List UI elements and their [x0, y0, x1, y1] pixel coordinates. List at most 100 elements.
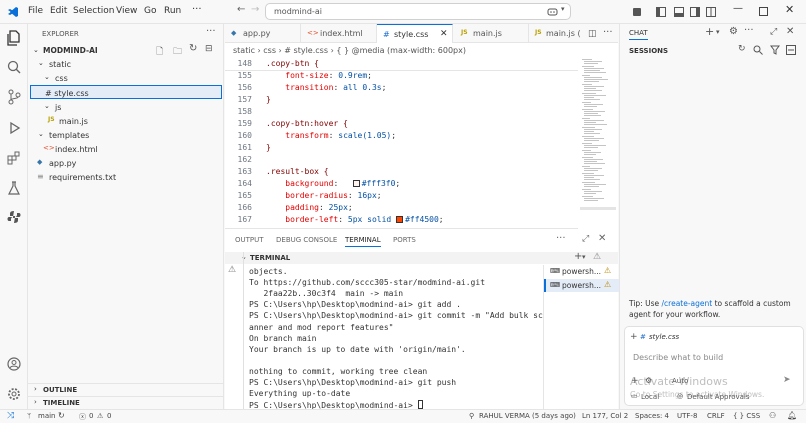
- toggle-secondary-sidebar-icon[interactable]: [690, 7, 700, 17]
- error-count[interactable]: 0: [89, 412, 93, 420]
- new-chat-dropdown-icon[interactable]: ▾: [716, 28, 720, 36]
- maximize-chat-icon[interactable]: ⤢: [770, 27, 777, 37]
- breadcrumb-symbol[interactable]: { } @media (max-width: 600px): [336, 46, 466, 55]
- back-arrow-icon[interactable]: ←: [237, 4, 245, 15]
- tree-item-app-py[interactable]: ◆ app.py: [28, 156, 223, 169]
- forward-arrow-icon[interactable]: →: [251, 4, 259, 15]
- branch-name[interactable]: main: [38, 412, 56, 420]
- copilot-status-icon[interactable]: ⚇: [769, 411, 776, 420]
- code-line[interactable]: border-radius: 16px;: [266, 191, 381, 200]
- tab-ports[interactable]: PORTS: [393, 236, 416, 244]
- close-panel-icon[interactable]: ✕: [598, 233, 606, 244]
- new-chat-icon[interactable]: +: [705, 25, 714, 38]
- accounts-shield-icon[interactable]: [632, 7, 642, 17]
- cursor-position[interactable]: Ln 177, Col 2: [582, 412, 628, 420]
- search-sessions-icon[interactable]: [753, 45, 763, 55]
- send-icon[interactable]: ➤: [783, 375, 791, 385]
- outline-section[interactable]: › OUTLINE: [28, 383, 223, 395]
- tab-app-py[interactable]: ◆ app.py: [225, 24, 301, 43]
- collapse-sessions-icon[interactable]: [786, 45, 796, 55]
- tree-item-style-css[interactable]: # style.css: [30, 85, 222, 99]
- more-menu-icon[interactable]: ···: [192, 4, 202, 15]
- copilot-dropdown-icon[interactable]: ▾: [561, 5, 565, 13]
- breadcrumb-static[interactable]: static: [233, 46, 255, 55]
- terminal-output[interactable]: objects. To https://github.com/sccc305-st…: [225, 267, 543, 410]
- collapse-all-icon[interactable]: ⊟: [205, 44, 213, 54]
- warning-count[interactable]: 0: [107, 412, 111, 420]
- code-editor[interactable]: 148 .copy-btn {155 font-size: 0.9rem; 156 …: [225, 57, 618, 229]
- sync-icon[interactable]: ↻: [58, 411, 65, 420]
- errors-icon[interactable]: ⓧ: [79, 412, 86, 422]
- refresh-icon[interactable]: ↻: [189, 43, 197, 54]
- chat-settings-icon[interactable]: ⚙: [729, 26, 738, 37]
- toggle-panel-icon[interactable]: [674, 7, 684, 17]
- chat-title[interactable]: CHAT: [629, 29, 648, 40]
- code-line[interactable]: padding: 25px;: [266, 203, 352, 212]
- project-root[interactable]: MODMIND-AI: [43, 46, 98, 55]
- warnings-icon[interactable]: ⚠: [97, 412, 103, 420]
- menu-edit[interactable]: Edit: [50, 6, 67, 16]
- terminal-session-active[interactable]: ⌨ powersh... ⚠: [544, 279, 619, 292]
- extensions-icon[interactable]: [7, 151, 21, 165]
- menu-go[interactable]: Go: [144, 6, 156, 16]
- git-blame[interactable]: RAHUL VERMA (5 days ago): [479, 412, 576, 420]
- toggle-sidebar-icon[interactable]: [656, 7, 666, 17]
- source-control-icon[interactable]: [7, 89, 21, 105]
- explorer-more-icon[interactable]: ···: [206, 26, 216, 37]
- editor-more-icon[interactable]: ···: [603, 27, 613, 38]
- tree-item-js[interactable]: ⌄ js: [28, 100, 223, 113]
- maximize-icon[interactable]: [759, 7, 768, 16]
- chevron-down-icon[interactable]: ⌄: [33, 46, 39, 54]
- code-line[interactable]: border-left: 5px solid #ff4500;: [266, 215, 443, 224]
- explorer-files-icon[interactable]: [7, 30, 21, 46]
- tree-item-index-html[interactable]: <> index.html: [28, 142, 223, 155]
- tree-item-main-js[interactable]: JS main.js: [28, 114, 223, 127]
- notifications-icon[interactable]: 🔔︎: [787, 411, 797, 420]
- terminal-dropdown-icon[interactable]: ▾: [582, 253, 586, 261]
- color-swatch[interactable]: [396, 216, 404, 223]
- code-line[interactable]: .copy-btn:hover {: [266, 119, 348, 128]
- tab-debug-console[interactable]: DEBUG CONSOLE: [276, 236, 337, 244]
- command-center-search[interactable]: modmind-ai: [265, 3, 571, 20]
- menu-file[interactable]: File: [28, 6, 43, 16]
- tree-item-requirements[interactable]: ≡ requirements.txt: [28, 170, 223, 183]
- refresh-sessions-icon[interactable]: ↻: [738, 44, 746, 54]
- tab-main-js-2[interactable]: JS main.js (: [529, 24, 587, 43]
- settings-gear-icon[interactable]: [7, 387, 21, 401]
- encoding[interactable]: UTF-8: [677, 412, 697, 420]
- close-tab-icon[interactable]: ✕: [440, 29, 448, 39]
- tab-main-js[interactable]: JS main.js: [453, 24, 529, 43]
- menu-run[interactable]: Run: [164, 6, 181, 16]
- timeline-section[interactable]: › TIMELINE: [28, 396, 223, 408]
- panel-more-icon[interactable]: ···: [556, 233, 566, 244]
- code-line[interactable]: .copy-btn {: [266, 59, 319, 68]
- tab-terminal[interactable]: TERMINAL: [345, 236, 381, 247]
- create-agent-link[interactable]: /create-agent: [662, 299, 713, 308]
- split-editor-icon[interactable]: ◫: [588, 29, 597, 39]
- tree-item-templates[interactable]: ⌄ templates: [28, 128, 223, 141]
- testing-flask-icon[interactable]: [7, 181, 21, 195]
- context-file-chip[interactable]: style.css: [649, 333, 679, 341]
- menu-view[interactable]: View: [116, 6, 137, 16]
- code-line[interactable]: }: [266, 143, 271, 152]
- code-line[interactable]: background: #fff3f0;: [266, 179, 400, 188]
- tab-output[interactable]: OUTPUT: [235, 236, 264, 244]
- close-chat-icon[interactable]: ✕: [786, 26, 794, 37]
- code-line[interactable]: .result-box {: [266, 167, 329, 176]
- breadcrumb-file[interactable]: # style.css: [284, 46, 328, 55]
- customize-layout-icon[interactable]: [706, 7, 716, 17]
- indentation[interactable]: Spaces: 4: [635, 412, 669, 420]
- code-line[interactable]: transform: scale(1.05);: [266, 131, 396, 140]
- breadcrumb-css[interactable]: css: [263, 46, 276, 55]
- account-icon[interactable]: [7, 357, 21, 371]
- code-line[interactable]: }: [266, 95, 271, 104]
- minimize-icon[interactable]: —: [733, 3, 743, 14]
- line-ending[interactable]: CRLF: [707, 412, 725, 420]
- add-context-icon[interactable]: +: [630, 332, 638, 342]
- python-icon[interactable]: [7, 210, 21, 224]
- filter-icon[interactable]: [770, 45, 780, 55]
- color-swatch[interactable]: [352, 180, 360, 187]
- minimap[interactable]: [578, 57, 618, 229]
- tree-item-css[interactable]: ⌄ css: [28, 71, 223, 84]
- close-window-icon[interactable]: ✕: [785, 3, 794, 16]
